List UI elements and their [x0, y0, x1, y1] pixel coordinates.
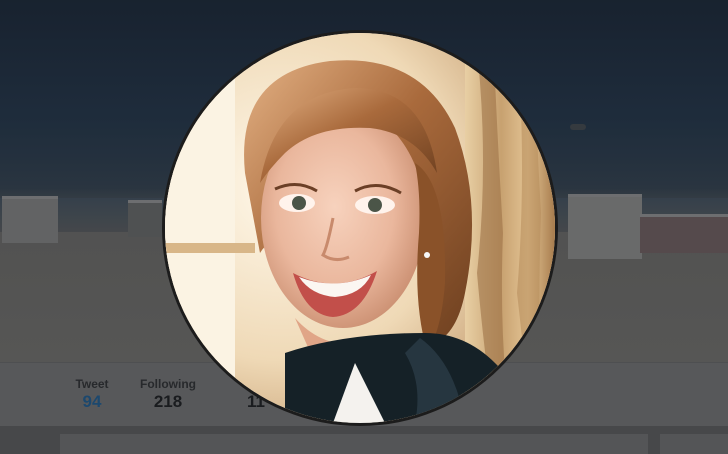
enlarged-avatar-modal — [162, 30, 558, 426]
profile-photo-icon — [165, 33, 555, 423]
profile-photo-illustration — [165, 33, 555, 423]
profile-page: Tweet 94 Following 218 F 11 — [0, 0, 728, 454]
